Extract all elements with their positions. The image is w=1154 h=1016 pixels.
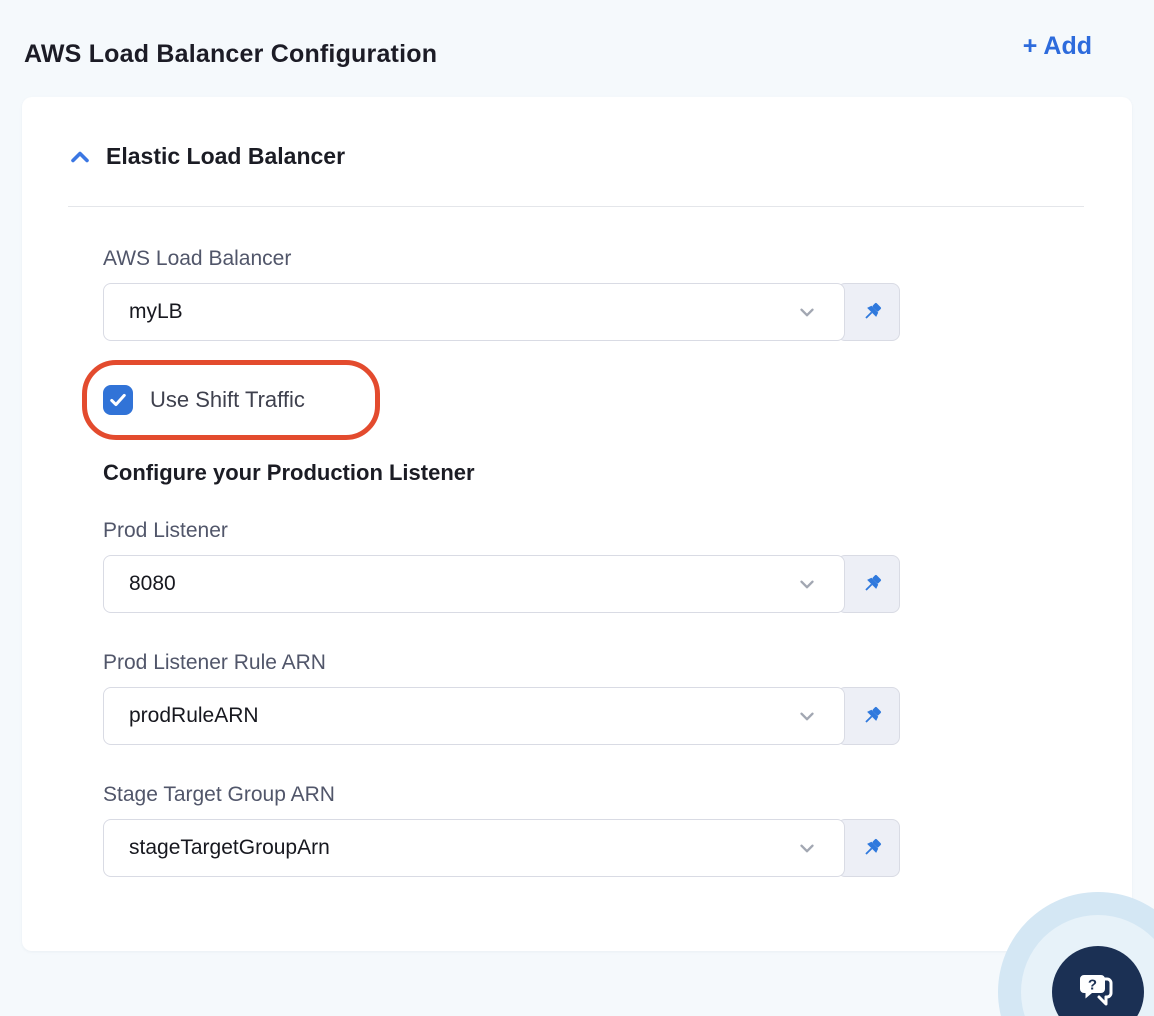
chat-question-icon: ? — [1080, 975, 1113, 1006]
section-title: Elastic Load Balancer — [106, 143, 346, 169]
section-content: AWS Load Balancer myLB Use Shift Traffic… — [82, 247, 900, 877]
section-divider — [68, 206, 1084, 207]
input-row: myLB — [103, 283, 900, 341]
chevron-down-icon — [796, 573, 818, 595]
production-listener-heading: Configure your Production Listener — [103, 460, 475, 485]
use-shift-traffic-label: Use Shift Traffic — [150, 387, 305, 412]
field-prod-listener-rule-arn: Prod Listener Rule ARN prodRuleARN — [103, 651, 900, 745]
load-balancer-card: Elastic Load Balancer AWS Load Balancer … — [22, 97, 1132, 951]
select-value: 8080 — [129, 572, 176, 595]
chevron-down-icon — [796, 301, 818, 323]
pushpin-icon — [864, 838, 881, 855]
add-button[interactable]: + Add — [1023, 32, 1092, 61]
field-stage-target-group-arn: Stage Target Group ARN stageTargetGroupA… — [103, 783, 900, 877]
pushpin-icon — [864, 574, 881, 591]
select-value: myLB — [129, 300, 183, 323]
chevron-down-icon — [796, 837, 818, 859]
field-label: AWS Load Balancer — [103, 247, 292, 270]
pin-toggle-button[interactable] — [837, 687, 900, 745]
checkmark-icon — [110, 393, 126, 407]
input-row: 8080 — [103, 555, 900, 613]
prod-listener-rule-arn-select[interactable]: prodRuleARN — [103, 687, 845, 745]
pin-toggle-button[interactable] — [837, 819, 900, 877]
page-title: AWS Load Balancer Configuration — [24, 40, 438, 68]
aws-load-balancer-select[interactable]: myLB — [103, 283, 845, 341]
page: AWS Load Balancer Configuration + Add El… — [0, 0, 1154, 1016]
input-row: stageTargetGroupArn — [103, 819, 900, 877]
page-header: AWS Load Balancer Configuration + Add — [0, 0, 1154, 69]
use-shift-traffic-zone: Use Shift Traffic — [82, 360, 900, 440]
field-label: Prod Listener — [103, 519, 228, 542]
chevron-up-icon — [68, 145, 92, 169]
pin-toggle-button[interactable] — [837, 283, 900, 341]
field-prod-listener: Prod Listener 8080 — [103, 519, 900, 613]
input-row: prodRuleARN — [103, 687, 900, 745]
svg-text:?: ? — [1088, 977, 1097, 994]
prod-listener-select[interactable]: 8080 — [103, 555, 845, 613]
use-shift-traffic-checkbox[interactable] — [103, 385, 133, 415]
chevron-down-icon — [796, 705, 818, 727]
pushpin-icon — [864, 706, 881, 723]
pushpin-icon — [864, 302, 881, 319]
select-value: stageTargetGroupArn — [129, 836, 330, 859]
pin-toggle-button[interactable] — [837, 555, 900, 613]
select-value: prodRuleARN — [129, 704, 259, 727]
field-label: Prod Listener Rule ARN — [103, 651, 326, 674]
use-shift-traffic-checkbox-row[interactable]: Use Shift Traffic — [103, 360, 305, 440]
field-label: Stage Target Group ARN — [103, 783, 335, 806]
field-aws-load-balancer: AWS Load Balancer myLB — [103, 247, 900, 341]
section-toggle-elastic-load-balancer[interactable]: Elastic Load Balancer — [68, 143, 1084, 170]
stage-target-group-arn-select[interactable]: stageTargetGroupArn — [103, 819, 845, 877]
